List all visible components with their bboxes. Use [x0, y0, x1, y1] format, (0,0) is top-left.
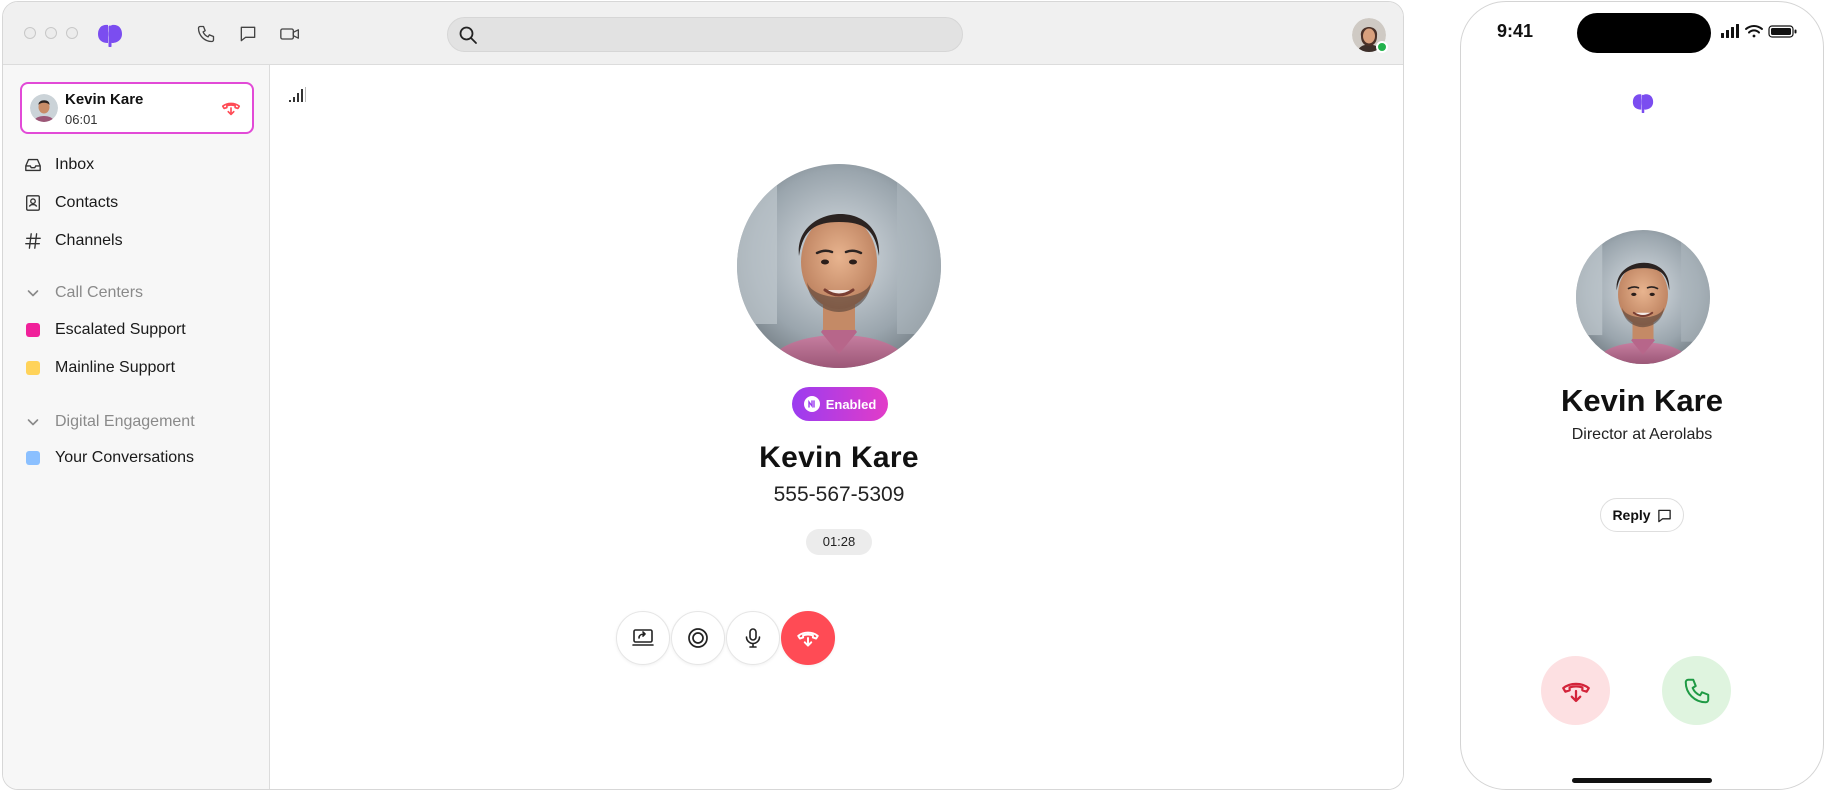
zoom-window-button[interactable]: [66, 27, 78, 39]
cellular-signal-icon: [1721, 24, 1739, 38]
end-call-icon: [1561, 682, 1590, 702]
contacts-icon: [23, 193, 43, 213]
message-icon: [1657, 509, 1671, 522]
call-panel: Enabled Kevin Kare 555-567-5309 01:28: [271, 65, 1403, 789]
section-digital-engagement[interactable]: Digital Engagement: [23, 410, 195, 434]
close-window-button[interactable]: [24, 27, 36, 39]
phone-icon[interactable]: [194, 22, 218, 46]
chevron-down-icon: [23, 412, 43, 432]
sidebar-item-inbox[interactable]: Inbox: [23, 152, 94, 178]
caller-job-title: Director at Aerolabs: [1571, 426, 1713, 443]
wifi-icon: [1745, 25, 1763, 38]
search-input[interactable]: [488, 18, 948, 51]
minimize-window-button[interactable]: [45, 27, 57, 39]
chat-icon[interactable]: [236, 22, 260, 46]
sidebar-item-your-conversations[interactable]: Your Conversations: [23, 445, 194, 471]
end-call-icon: [797, 631, 819, 647]
active-call-card[interactable]: Kevin Kare 06:01: [20, 82, 254, 134]
status-bar-time: 9:41: [1497, 21, 1534, 41]
window-controls: [24, 27, 78, 39]
call-duration: 01:28: [806, 529, 872, 555]
microphone-icon: [745, 628, 761, 648]
title-bar: [3, 2, 1403, 65]
mute-button[interactable]: [726, 611, 780, 665]
caller-avatar: [30, 94, 58, 122]
color-swatch: [26, 451, 40, 465]
caller-photo: [737, 164, 941, 368]
active-call-name: Kevin Kare: [65, 91, 144, 108]
sidebar-item-label: Escalated Support: [55, 321, 186, 338]
reply-button[interactable]: Reply: [1600, 498, 1684, 532]
ai-badge-icon: [803, 396, 820, 412]
sidebar-item-label: Inbox: [55, 156, 95, 173]
caller-name: Kevin Kare: [759, 441, 919, 474]
sidebar-item-contacts[interactable]: Contacts: [23, 190, 118, 216]
caller-phone-number: 555-567-5309: [773, 483, 905, 506]
user-avatar[interactable]: [1352, 18, 1388, 53]
search-bar[interactable]: [447, 17, 963, 52]
sidebar-item-label: Contacts: [55, 194, 119, 211]
chevron-down-icon: [23, 283, 43, 303]
video-icon[interactable]: [278, 22, 302, 46]
active-call-elapsed: 06:01: [65, 112, 98, 127]
transfer-call-button[interactable]: [616, 611, 670, 665]
decline-call-button[interactable]: [1541, 656, 1610, 725]
sidebar: Kevin Kare 06:01 Inbox Contacts Channels…: [3, 65, 270, 789]
accept-call-button[interactable]: [1662, 656, 1731, 725]
screen-share-icon: [632, 629, 654, 646]
sidebar-item-mainline-support[interactable]: Mainline Support: [23, 355, 175, 381]
color-swatch: [26, 323, 40, 337]
home-indicator[interactable]: [1572, 778, 1712, 783]
sidebar-item-escalated-support[interactable]: Escalated Support: [23, 317, 186, 343]
color-swatch: [26, 361, 40, 375]
section-heading: Digital Engagement: [55, 413, 195, 430]
enabled-badge: Enabled: [792, 387, 888, 421]
reply-button-label: Reply: [1612, 507, 1651, 523]
caller-photo: [1576, 230, 1710, 364]
search-icon: [459, 26, 477, 44]
hash-icon: [23, 231, 43, 251]
record-icon: [688, 628, 708, 648]
sidebar-item-channels[interactable]: Channels: [23, 228, 123, 254]
sidebar-item-label: Your Conversations: [55, 449, 195, 466]
record-call-button[interactable]: [671, 611, 725, 665]
battery-icon: [1768, 25, 1797, 38]
sidebar-item-label: Channels: [55, 232, 123, 249]
enabled-badge-label: Enabled: [825, 396, 877, 412]
section-heading: Call Centers: [55, 284, 144, 301]
end-call-icon[interactable]: [220, 97, 242, 119]
desktop-window: Kevin Kare 06:01 Inbox Contacts Channels…: [2, 1, 1404, 790]
app-logo-icon: [1632, 94, 1654, 113]
mobile-device: 9:41 Kevin Kare Director at Aerolabs Rep…: [1460, 1, 1824, 790]
signal-strength-icon: [289, 87, 306, 102]
app-logo-icon: [98, 24, 122, 47]
sidebar-item-label: Mainline Support: [55, 359, 176, 376]
dynamic-island: [1577, 13, 1711, 53]
status-icons: [1721, 24, 1797, 38]
section-call-centers[interactable]: Call Centers: [23, 281, 143, 305]
inbox-icon: [23, 155, 43, 175]
end-call-button[interactable]: [781, 611, 835, 665]
phone-icon: [1684, 678, 1709, 703]
online-status-dot: [1376, 41, 1388, 53]
caller-name: Kevin Kare: [1561, 383, 1723, 418]
